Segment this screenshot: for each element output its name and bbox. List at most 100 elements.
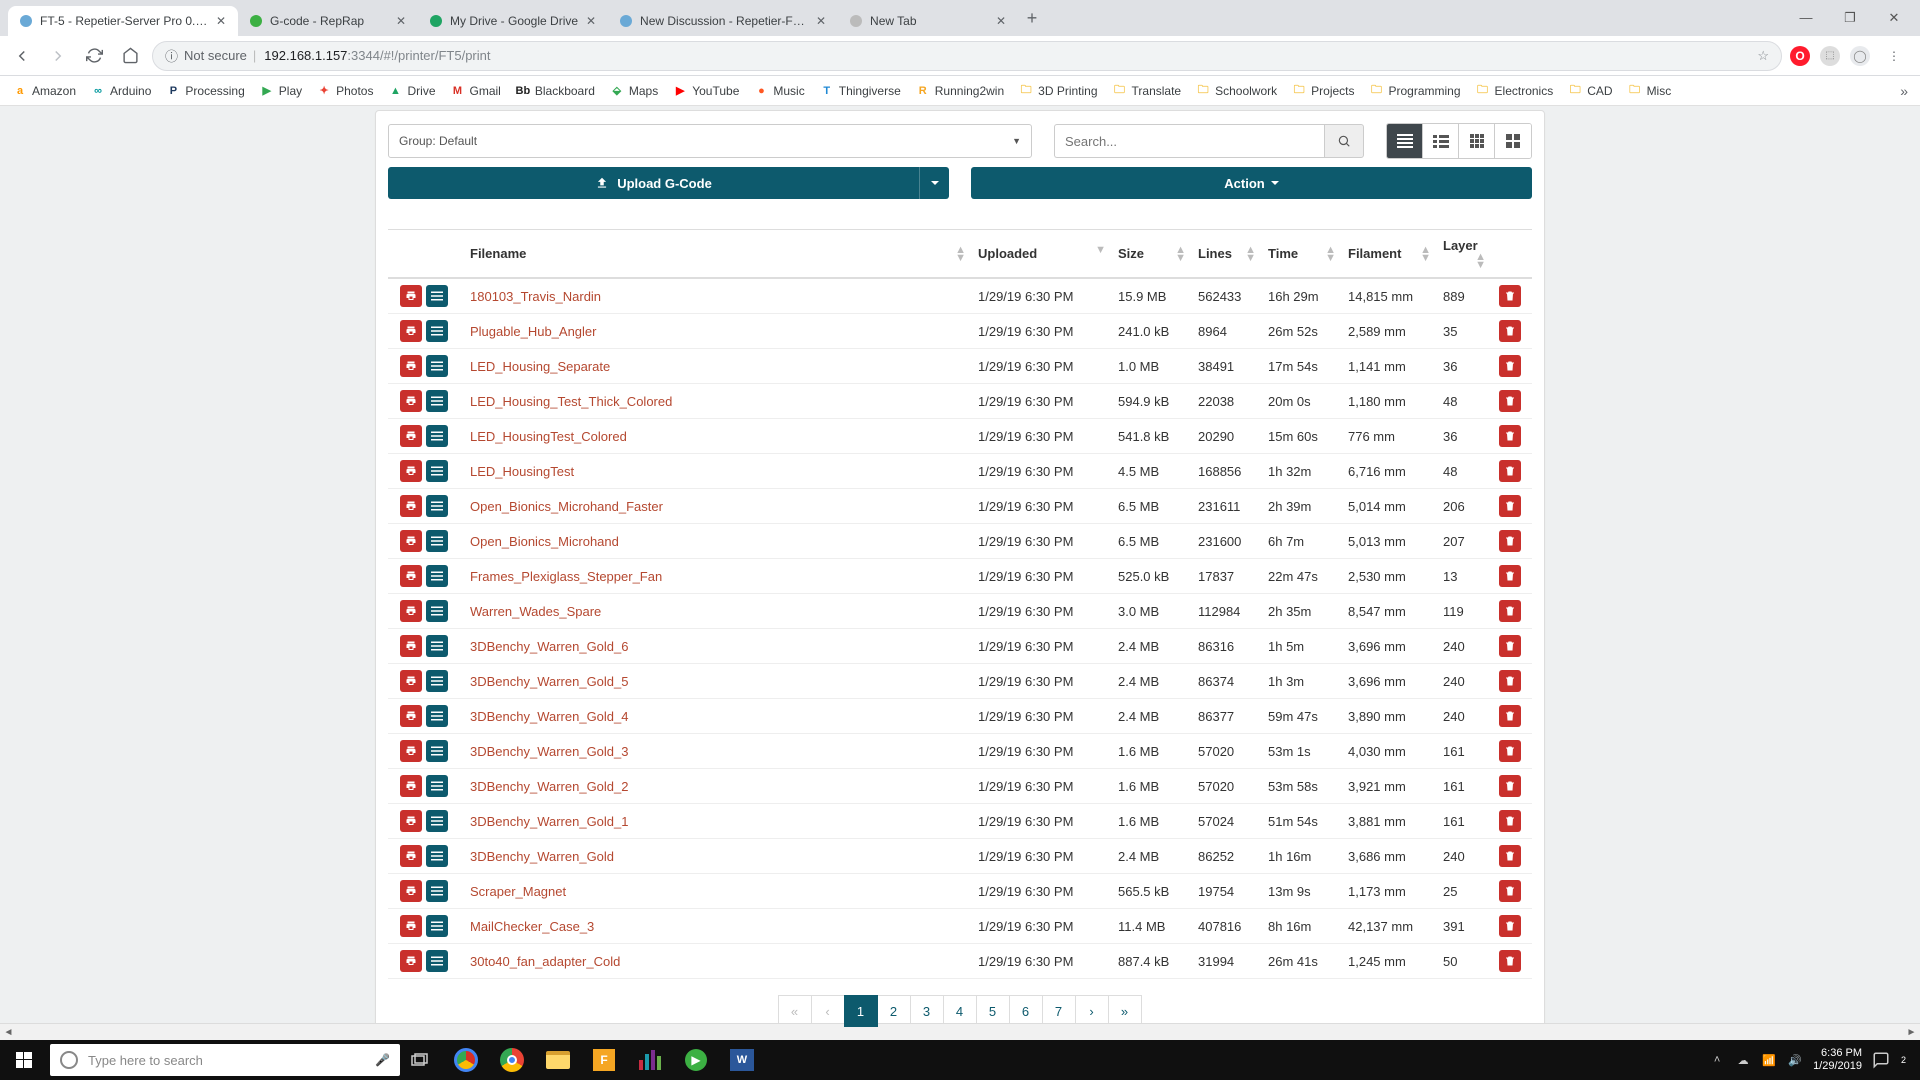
tab-close-icon[interactable]: ✕ — [584, 14, 598, 28]
taskbar-app-green[interactable]: ▶ — [674, 1040, 718, 1080]
page-number-button[interactable]: 1 — [844, 995, 878, 1027]
filename-link[interactable]: LED_Housing_Test_Thick_Colored — [470, 394, 672, 409]
site-info-icon[interactable]: ⓘ Not secure | — [165, 46, 256, 65]
print-button[interactable] — [400, 670, 422, 692]
bookmark-item[interactable]: 🗀3D Printing — [1018, 83, 1097, 99]
row-menu-button[interactable] — [426, 705, 448, 727]
print-button[interactable] — [400, 565, 422, 587]
filename-link[interactable]: LED_Housing_Separate — [470, 359, 610, 374]
filename-link[interactable]: Open_Bionics_Microhand — [470, 534, 619, 549]
taskbar-app-file-explorer[interactable] — [536, 1040, 580, 1080]
scroll-right-arrow[interactable]: ► — [1903, 1024, 1920, 1041]
delete-button[interactable] — [1499, 320, 1521, 342]
row-menu-button[interactable] — [426, 950, 448, 972]
row-menu-button[interactable] — [426, 775, 448, 797]
print-button[interactable] — [400, 635, 422, 657]
view-grid-button[interactable] — [1459, 124, 1495, 158]
forward-button[interactable] — [44, 42, 72, 70]
delete-button[interactable] — [1499, 425, 1521, 447]
row-menu-button[interactable] — [426, 390, 448, 412]
print-button[interactable] — [400, 740, 422, 762]
microphone-icon[interactable]: 🎤 — [375, 1053, 390, 1067]
bookmark-item[interactable]: 🗀Electronics — [1475, 83, 1554, 99]
filename-link[interactable]: 180103_Travis_Nardin — [470, 289, 601, 304]
filename-link[interactable]: Frames_Plexiglass_Stepper_Fan — [470, 569, 662, 584]
browser-tab[interactable]: My Drive - Google Drive✕ — [418, 6, 608, 36]
print-button[interactable] — [400, 425, 422, 447]
upload-gcode-button[interactable]: Upload G-Code — [388, 167, 919, 199]
print-button[interactable] — [400, 705, 422, 727]
taskbar-app-word[interactable]: W — [720, 1040, 764, 1080]
tab-close-icon[interactable]: ✕ — [214, 14, 228, 28]
tab-close-icon[interactable]: ✕ — [814, 14, 828, 28]
print-button[interactable] — [400, 320, 422, 342]
col-size[interactable]: Size▲▼ — [1112, 230, 1192, 279]
delete-button[interactable] — [1499, 670, 1521, 692]
delete-button[interactable] — [1499, 705, 1521, 727]
print-button[interactable] — [400, 495, 422, 517]
filename-link[interactable]: Plugable_Hub_Angler — [470, 324, 596, 339]
row-menu-button[interactable] — [426, 810, 448, 832]
filename-link[interactable]: 3DBenchy_Warren_Gold_3 — [470, 744, 629, 759]
col-uploaded[interactable]: Uploaded▼ — [972, 230, 1112, 279]
row-menu-button[interactable] — [426, 845, 448, 867]
filename-link[interactable]: 3DBenchy_Warren_Gold_1 — [470, 814, 629, 829]
profile-avatar-icon[interactable]: ◯ — [1850, 46, 1870, 66]
delete-button[interactable] — [1499, 285, 1521, 307]
bookmark-item[interactable]: ▶YouTube — [672, 83, 739, 99]
row-menu-button[interactable] — [426, 915, 448, 937]
delete-button[interactable] — [1499, 530, 1521, 552]
opera-extension-icon[interactable]: O — [1790, 46, 1810, 66]
delete-button[interactable] — [1499, 740, 1521, 762]
bookmark-item[interactable]: BbBlackboard — [515, 83, 595, 99]
row-menu-button[interactable] — [426, 460, 448, 482]
bookmark-item[interactable]: aAmazon — [12, 83, 76, 99]
bookmark-item[interactable]: ▲Drive — [387, 83, 435, 99]
new-tab-button[interactable]: + — [1018, 8, 1046, 29]
row-menu-button[interactable] — [426, 530, 448, 552]
delete-button[interactable] — [1499, 635, 1521, 657]
view-list-dense-button[interactable] — [1387, 124, 1423, 158]
print-button[interactable] — [400, 530, 422, 552]
taskbar-app-orange[interactable]: F — [582, 1040, 626, 1080]
bookmark-item[interactable]: 🗀Projects — [1291, 83, 1354, 99]
delete-button[interactable] — [1499, 600, 1521, 622]
taskbar-app-chrome-beta[interactable] — [444, 1040, 488, 1080]
print-button[interactable] — [400, 775, 422, 797]
delete-button[interactable] — [1499, 775, 1521, 797]
filename-link[interactable]: 30to40_fan_adapter_Cold — [470, 954, 620, 969]
delete-button[interactable] — [1499, 915, 1521, 937]
delete-button[interactable] — [1499, 845, 1521, 867]
delete-button[interactable] — [1499, 390, 1521, 412]
delete-button[interactable] — [1499, 460, 1521, 482]
browser-tab[interactable]: New Discussion - Repetier-Forum✕ — [608, 6, 838, 36]
print-button[interactable] — [400, 390, 422, 412]
horizontal-scrollbar[interactable]: ◄ ► — [0, 1023, 1920, 1040]
back-button[interactable] — [8, 42, 36, 70]
taskbar-app-chrome[interactable] — [490, 1040, 534, 1080]
tray-overflow-icon[interactable]: ˄ — [1709, 1054, 1725, 1066]
taskbar-app-bars[interactable] — [628, 1040, 672, 1080]
bookmark-item[interactable]: ●Music — [753, 83, 804, 99]
filename-link[interactable]: Scraper_Magnet — [470, 884, 566, 899]
bookmark-item[interactable]: 🗀Misc — [1627, 83, 1672, 99]
print-button[interactable] — [400, 460, 422, 482]
row-menu-button[interactable] — [426, 425, 448, 447]
bookmark-item[interactable]: RRunning2win — [915, 83, 1004, 99]
print-button[interactable] — [400, 810, 422, 832]
tray-volume-icon[interactable]: 🔊 — [1787, 1054, 1803, 1067]
col-time[interactable]: Time▲▼ — [1262, 230, 1342, 279]
bookmark-item[interactable]: MGmail — [450, 83, 501, 99]
delete-button[interactable] — [1499, 495, 1521, 517]
filename-link[interactable]: 3DBenchy_Warren_Gold — [470, 849, 614, 864]
search-input[interactable] — [1054, 124, 1324, 158]
print-button[interactable] — [400, 600, 422, 622]
filename-link[interactable]: 3DBenchy_Warren_Gold_4 — [470, 709, 629, 724]
tab-close-icon[interactable]: ✕ — [394, 14, 408, 28]
filename-link[interactable]: 3DBenchy_Warren_Gold_2 — [470, 779, 629, 794]
row-menu-button[interactable] — [426, 495, 448, 517]
print-button[interactable] — [400, 355, 422, 377]
tray-onedrive-icon[interactable]: ☁ — [1735, 1054, 1751, 1067]
browser-menu-button[interactable]: ⋮ — [1880, 42, 1908, 70]
row-menu-button[interactable] — [426, 670, 448, 692]
